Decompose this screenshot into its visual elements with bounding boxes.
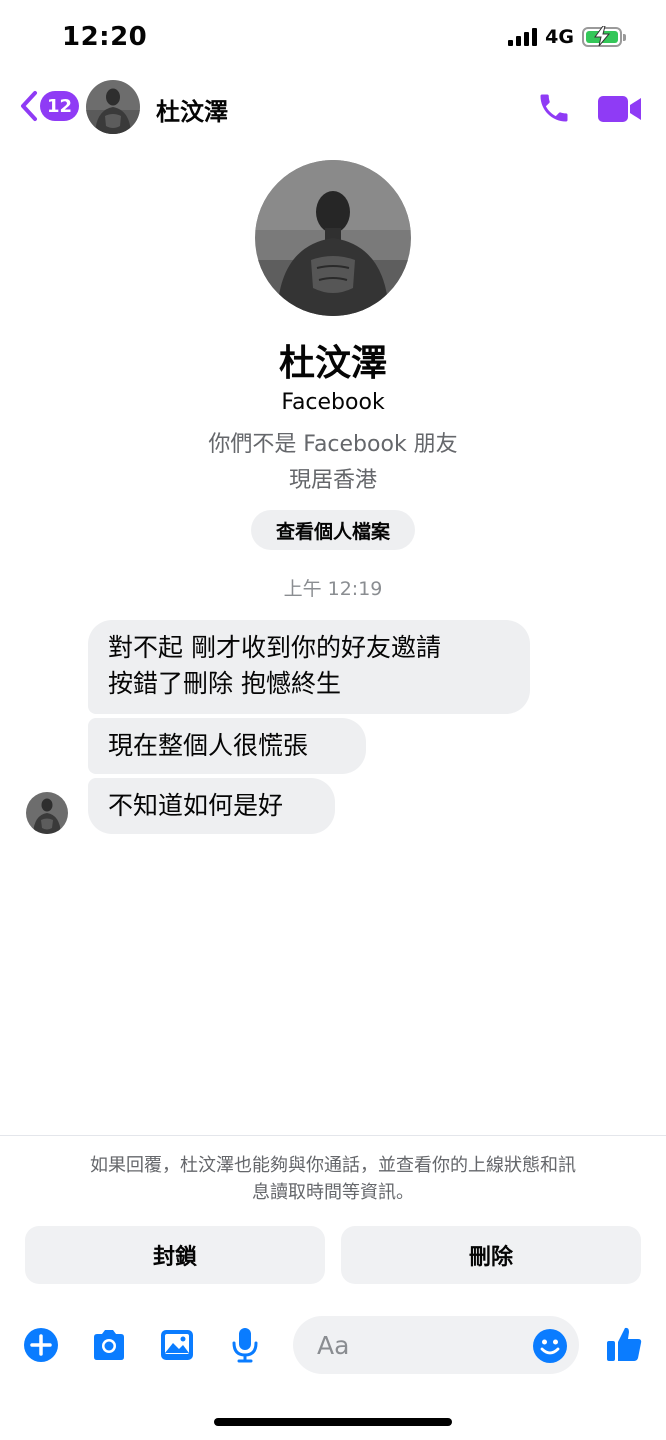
delete-button[interactable]: 刪除 [341,1226,641,1284]
phone-icon[interactable] [536,90,572,126]
message-text: 現在整個人很慌張 [108,731,309,760]
photo-icon[interactable] [158,1326,196,1364]
status-indicators: 4G [508,26,626,48]
status-time: 12:20 [62,22,148,52]
emoji-icon[interactable] [532,1328,568,1364]
plus-icon[interactable] [22,1326,60,1364]
notice-text: 如果回覆，杜汶澤也能夠與你通話，並查看你的上線狀態和訊 [90,1155,576,1176]
profile-photo[interactable] [255,160,411,316]
battery-icon [582,26,626,47]
message-request-notice: 如果回覆，杜汶澤也能夠與你通話，並查看你的上線狀態和訊 息讀取時間等資訊。 [20,1152,646,1206]
home-indicator [214,1418,452,1426]
contact-name[interactable]: 杜汶澤 [156,92,228,127]
block-button[interactable]: 封鎖 [25,1226,325,1284]
message-bubble[interactable]: 現在整個人很慌張 [88,718,366,774]
notice-text: 息讀取時間等資訊。 [252,1182,414,1203]
signal-icon [508,28,538,46]
profile-source: Facebook [281,390,385,415]
message-timestamp: 上午 12:19 [283,578,383,600]
microphone-icon[interactable] [226,1326,264,1364]
message-bubble[interactable]: 不知道如何是好 [88,778,335,834]
network-type: 4G [545,26,574,48]
chevron-left-icon [21,91,37,121]
message-text: 按錯了刪除 抱憾終生 [108,669,341,698]
chat-header: 12 杜汶澤 [0,70,666,146]
profile-location: 現居香港 [288,468,377,493]
camera-icon[interactable] [90,1326,128,1364]
message-text: 不知道如何是好 [108,791,284,820]
message-text: 對不起 剛才收到你的好友邀請 [108,633,441,662]
divider [0,1135,666,1136]
back-button[interactable]: 12 [20,90,80,122]
message-bubble[interactable]: 對不起 剛才收到你的好友邀請 按錯了刪除 抱憾終生 [88,620,530,714]
friend-status: 你們不是 Facebook 朋友 [208,432,458,457]
sender-avatar[interactable] [26,792,68,834]
view-profile-button[interactable]: 查看個人檔案 [251,510,415,550]
profile-name: 杜汶澤 [278,343,387,384]
thumbs-up-icon[interactable] [604,1324,644,1364]
contact-avatar[interactable] [86,80,140,134]
unread-badge: 12 [40,91,80,121]
video-call-icon[interactable] [598,94,642,124]
